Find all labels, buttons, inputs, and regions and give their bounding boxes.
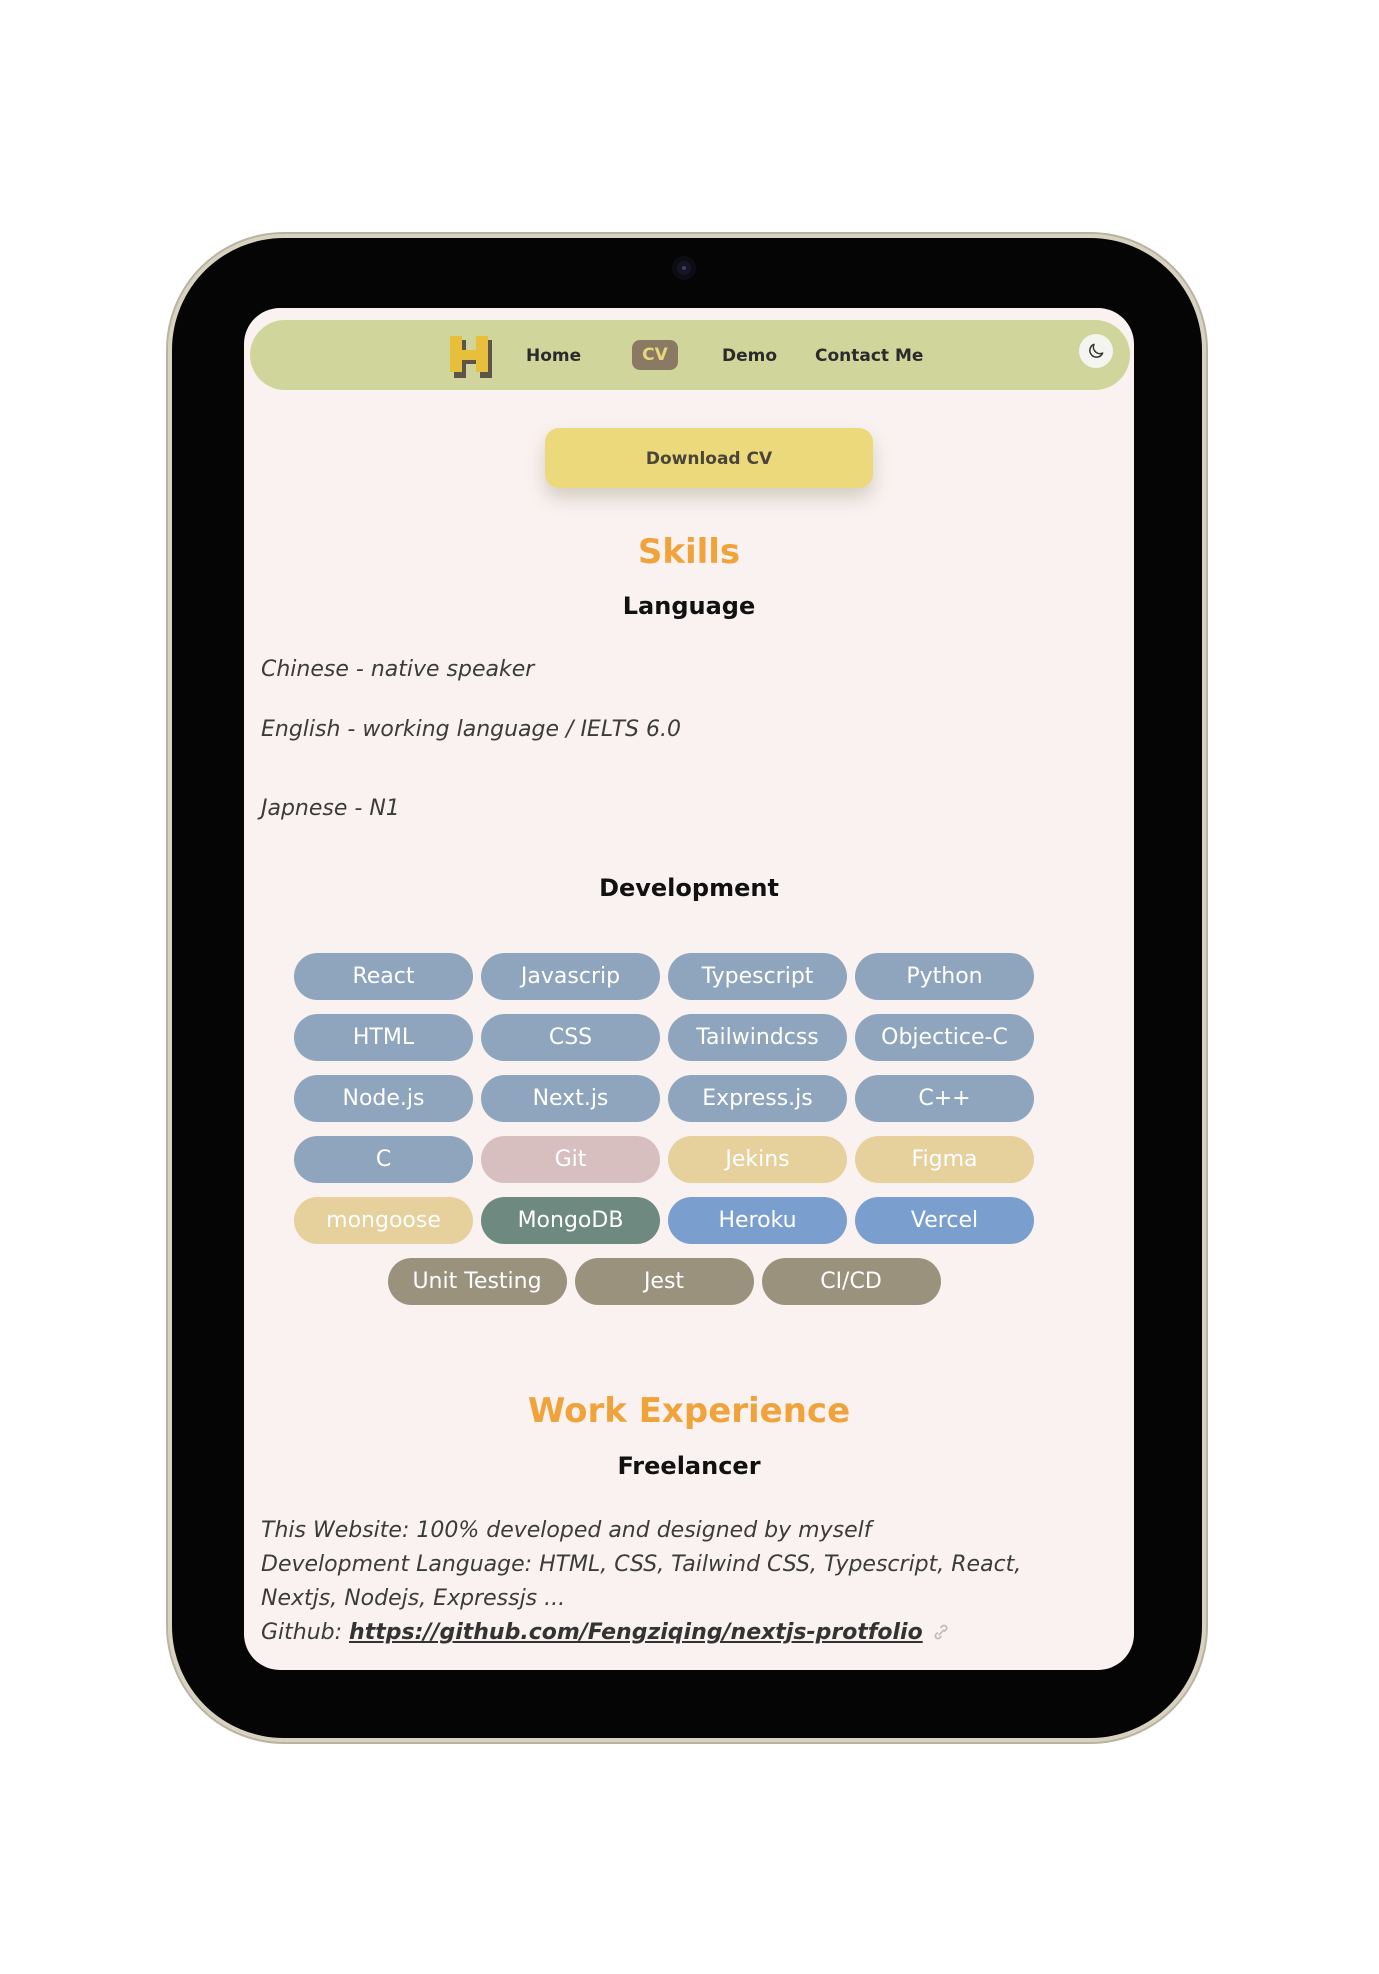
nav-demo[interactable]: Demo	[722, 345, 777, 367]
skill-pill: React	[294, 953, 473, 1000]
navbar: Home CV Demo Contact Me	[250, 320, 1130, 390]
theme-toggle-button[interactable]	[1079, 334, 1113, 368]
moon-icon	[1089, 343, 1104, 358]
skill-pill: Javascrip	[481, 953, 660, 1000]
skill-pill: HTML	[294, 1014, 473, 1061]
language-item-japanese: Japnese - N1	[261, 796, 400, 821]
skill-pill: Python	[855, 953, 1034, 1000]
skill-pill: Node.js	[294, 1075, 473, 1122]
skill-pill: Vercel	[855, 1197, 1034, 1244]
skill-pill: C++	[855, 1075, 1034, 1122]
language-title: Language	[622, 592, 756, 620]
skill-pill: Jekins	[668, 1136, 847, 1183]
logo-icon[interactable]	[446, 334, 496, 380]
work-description: This Website: 100% developed and designe…	[261, 1514, 1101, 1650]
screen: Home CV Demo Contact Me Download CV Skil…	[244, 308, 1134, 1670]
skill-pill: CI/CD	[761, 1258, 941, 1305]
download-cv-button[interactable]: Download CV	[545, 428, 873, 488]
skill-pill: CSS	[481, 1014, 660, 1061]
work-role: Freelancer	[617, 1452, 761, 1480]
skill-pill: Unit Testing	[387, 1258, 567, 1305]
development-title: Development	[599, 874, 779, 902]
github-prefix: Github:	[261, 1620, 350, 1645]
link-icon	[934, 1624, 948, 1640]
skill-pill: mongoose	[294, 1197, 473, 1244]
skill-pill: Express.js	[668, 1075, 847, 1122]
skill-pill: Heroku	[668, 1197, 847, 1244]
skill-pill: Typescript	[668, 953, 847, 1000]
nav-home[interactable]: Home	[526, 345, 581, 367]
work-experience-title: Work Experience	[527, 1391, 851, 1431]
language-item-chinese: Chinese - native speaker	[261, 657, 535, 682]
skill-pill: Objectice-C	[855, 1014, 1034, 1061]
skill-pill: Git	[481, 1136, 660, 1183]
front-camera	[672, 256, 696, 280]
skill-pill: Tailwindcss	[668, 1014, 847, 1061]
skill-pill: Next.js	[481, 1075, 660, 1122]
github-link[interactable]: https://github.com/Fengziqing/nextjs-pro…	[349, 1620, 923, 1645]
work-line-2: Development Language: HTML, CSS, Tailwin…	[261, 1552, 1022, 1611]
work-line-1: This Website: 100% developed and designe…	[261, 1518, 872, 1543]
nav-contact-me[interactable]: Contact Me	[815, 345, 923, 367]
skill-pill: C	[294, 1136, 473, 1183]
work-github-line: Github: https://github.com/Fengziqing/ne…	[261, 1616, 1101, 1650]
skill-pill: Jest	[574, 1258, 754, 1305]
skill-pill: Figma	[855, 1136, 1034, 1183]
skill-pill: MongoDB	[481, 1197, 660, 1244]
nav-cv[interactable]: CV	[632, 340, 678, 370]
skills-title: Skills	[637, 532, 741, 572]
skill-pills: React Javascrip Typescript Python HTML CSS Tai…	[292, 953, 1036, 1305]
language-item-english: English - working language / IELTS 6.0	[261, 717, 681, 742]
